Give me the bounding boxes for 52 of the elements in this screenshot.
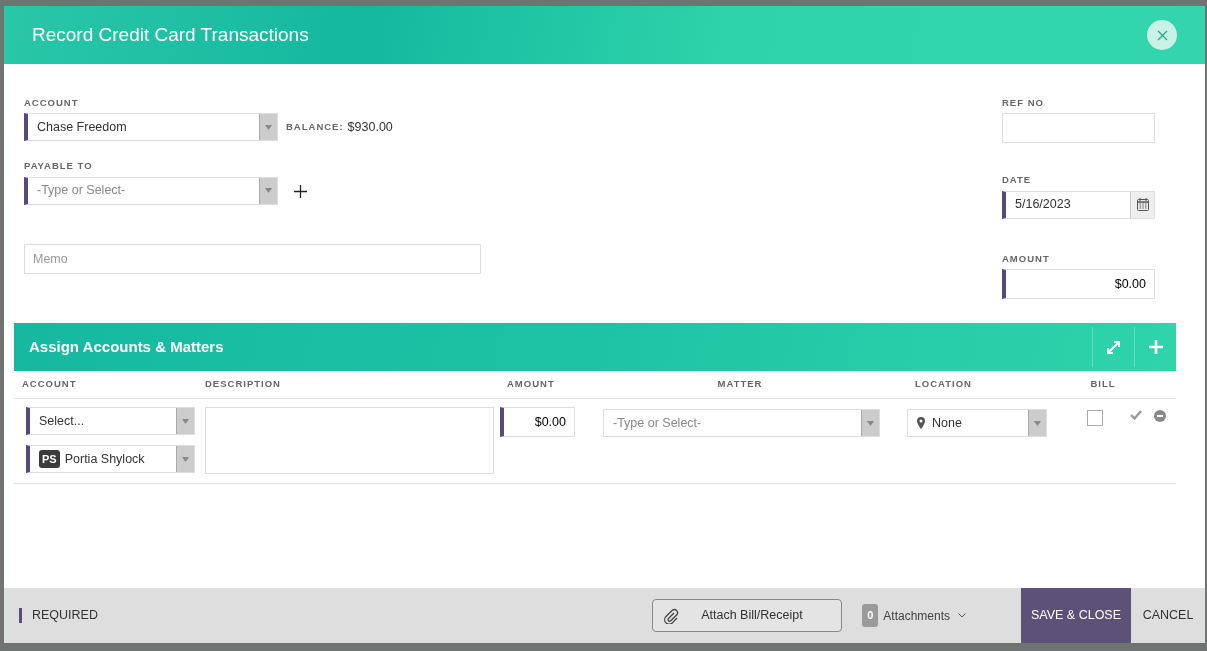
field-label: AMOUNT	[1002, 251, 1051, 266]
balance-label: BALANCE:	[286, 120, 344, 135]
column-header: BILL	[1090, 377, 1116, 392]
timekeeper-select[interactable]: PS Portia Shylock	[26, 445, 195, 473]
close-button[interactable]	[1147, 20, 1177, 50]
amount-field[interactable]: $0.00	[500, 407, 575, 437]
ref-no-field[interactable]	[1002, 113, 1155, 144]
field-label: DATE	[1002, 173, 1033, 188]
close-icon	[1156, 29, 1168, 41]
date-field[interactable]: 5/16/2023	[1002, 190, 1155, 219]
caret-icon	[1034, 420, 1041, 426]
save-close-button[interactable]: SAVE & CLOSE	[1021, 588, 1131, 643]
avatar-initials: PS	[39, 449, 60, 469]
plus-icon	[1148, 340, 1163, 354]
balance-value: $930.00	[347, 118, 393, 136]
expand-icon	[1106, 339, 1121, 355]
cancel-button[interactable]: CANCEL	[1131, 588, 1205, 643]
payee-select[interactable]: -Type or Select-	[24, 176, 278, 205]
caret-icon	[265, 188, 272, 193]
account-select[interactable]: Select...	[26, 407, 195, 435]
chevron-down-icon	[958, 613, 966, 618]
attachments-count: 0	[862, 604, 879, 627]
column-header: MATTER	[717, 377, 763, 392]
column-header: ACCOUNT	[22, 377, 77, 392]
dialog-title: Record Credit Card Transactions	[32, 22, 309, 47]
caret-icon	[867, 420, 874, 426]
caret-icon	[182, 418, 189, 424]
bill-checkbox[interactable]	[1087, 410, 1103, 426]
memo-field[interactable]: Memo	[24, 243, 481, 274]
field-label: PAYABLE TO	[24, 159, 94, 174]
attach-button[interactable]: Attach Bill/Receipt	[652, 599, 843, 632]
required-legend: REQUIRED	[19, 608, 98, 623]
column-header: LOCATION	[915, 377, 972, 392]
remove-icon[interactable]	[1154, 410, 1166, 422]
section-title: Assign Accounts & Matters	[29, 336, 224, 357]
caret-icon	[265, 124, 272, 130]
plus-icon	[294, 184, 307, 198]
field-label: ACCOUNT	[24, 96, 80, 110]
location-select[interactable]: None	[907, 409, 1047, 437]
calendar-icon	[1136, 198, 1149, 211]
column-header: AMOUNT	[507, 377, 555, 392]
combo-input[interactable]: -Type or Select-	[28, 177, 259, 204]
account-select[interactable]: Chase Freedom	[24, 113, 278, 142]
paperclip-icon	[663, 607, 680, 624]
description-field[interactable]	[205, 407, 494, 474]
field-label: REF NO	[1002, 96, 1045, 110]
column-header: DESCRIPTION	[205, 377, 281, 392]
attachments-dropdown[interactable]: 0 Attachments	[862, 604, 966, 627]
amount-field[interactable]: $0.00	[1002, 268, 1155, 299]
check-icon[interactable]	[1130, 410, 1142, 420]
map-pin-icon	[917, 417, 925, 429]
caret-icon	[182, 456, 189, 462]
